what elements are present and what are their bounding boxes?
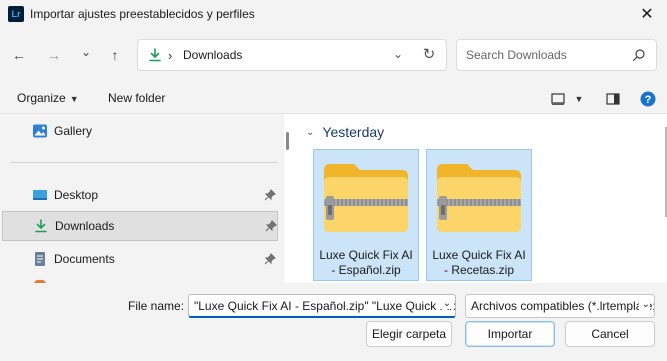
forward-button[interactable]: → (42, 44, 66, 66)
search-box[interactable] (456, 39, 657, 71)
address-bar[interactable]: › Downloads ⌄ ↻ (137, 39, 447, 71)
svg-text:?: ? (645, 94, 652, 106)
import-button[interactable]: Importar (465, 321, 555, 347)
up-arrow-icon: ↑ (111, 47, 119, 63)
forward-arrow-icon: → (47, 47, 61, 63)
search-icon[interactable] (632, 48, 646, 62)
back-button[interactable]: ← (7, 44, 31, 66)
address-history-dropdown[interactable]: ⌄ (390, 47, 406, 61)
file-name-field[interactable]: "Luxe Quick Fix AI - Español.zip" "Luxe … (188, 294, 456, 318)
file-name-dropdown[interactable]: ⌄ (440, 298, 454, 309)
sidebar-item-label: Downloads (55, 219, 115, 233)
search-input[interactable] (466, 46, 626, 64)
help-button[interactable]: ? (639, 90, 657, 108)
command-bar: Organize ▼ New folder ▼ ? (0, 85, 667, 113)
sidebar-divider (10, 162, 278, 163)
cancel-button[interactable]: Cancel (565, 321, 655, 347)
organize-menu[interactable]: Organize ▼ (17, 91, 79, 105)
recent-locations-button[interactable]: ⌄ (74, 41, 98, 63)
gallery-icon (33, 124, 47, 138)
organize-label: Organize (17, 91, 66, 105)
choose-folder-button[interactable]: Elegir carpeta (366, 321, 452, 347)
file-type-select[interactable]: Archivos compatibles (*.lrtemplate;*.xmp… (465, 294, 655, 318)
file-item[interactable]: Luxe Quick Fix AI - Recetas.zip (426, 149, 532, 281)
file-name-label: Luxe Quick Fix AI - Español.zip (319, 248, 413, 277)
up-button[interactable]: ↑ (103, 44, 127, 66)
sidebar-item-label: Documents (54, 252, 115, 266)
file-list: ⌄ Yesterday Luxe Quick Fix AI - Español.… (296, 114, 656, 284)
main-content: Gallery Desktop Downloads Documents ⌄ Ye… (0, 113, 667, 284)
sidebar-item-gallery[interactable]: Gallery (2, 116, 278, 146)
file-name-label: File name: (128, 299, 185, 313)
file-item[interactable]: Luxe Quick Fix AI - Español.zip (313, 149, 419, 281)
zip-folder-icon (437, 164, 521, 232)
file-type-value: Archivos compatibles (*.lrtemplate;*.xmp… (471, 299, 654, 313)
refresh-icon[interactable]: ↻ (420, 45, 438, 63)
sidebar-item-downloads[interactable]: Downloads (2, 211, 278, 241)
sidebar-item-label: Desktop (54, 188, 99, 202)
breadcrumb-downloads[interactable]: Downloads (183, 48, 242, 62)
dialog-footer: File name: "Luxe Quick Fix AI - Español.… (0, 283, 667, 361)
chevron-down-icon: ⌄ (306, 126, 315, 138)
chevron-down-icon: ⌄ (80, 45, 92, 59)
pin-icon[interactable] (265, 220, 277, 232)
close-button[interactable]: ✕ (627, 0, 667, 28)
documents-icon (35, 252, 45, 266)
chevron-down-icon: ⌄ (638, 299, 650, 310)
file-name-label: Luxe Quick Fix AI - Recetas.zip (432, 248, 526, 277)
lightroom-app-icon: Lr (8, 6, 24, 22)
navigation-bar: ← → ⌄ ↑ › Downloads ⌄ ↻ (0, 32, 667, 78)
title-bar: Lr Importar ajustes preestablecidos y pe… (0, 0, 667, 28)
sidebar-item-documents[interactable]: Documents (2, 244, 278, 274)
breadcrumb-separator: › (168, 48, 173, 63)
sidebar-scrollbar[interactable] (286, 132, 289, 150)
view-options-button[interactable] (549, 90, 567, 108)
pin-icon[interactable] (264, 253, 276, 265)
new-folder-button[interactable]: New folder (108, 91, 165, 105)
navigation-pane: Gallery Desktop Downloads Documents (0, 114, 284, 284)
close-icon: ✕ (640, 6, 654, 23)
view-dropdown-button[interactable]: ▼ (570, 90, 588, 108)
back-arrow-icon: ← (12, 47, 26, 63)
caret-down-icon: ▼ (574, 94, 584, 104)
zip-folder-icon (324, 164, 408, 232)
desktop-icon (33, 190, 47, 200)
group-label: Yesterday (322, 124, 385, 140)
download-icon (149, 48, 161, 62)
window-title: Importar ajustes preestablecidos y perfi… (30, 7, 255, 21)
group-header-yesterday[interactable]: ⌄ Yesterday (306, 124, 384, 140)
view-layout-icon (551, 93, 565, 105)
caret-down-icon: ▼ (69, 94, 79, 104)
help-icon: ? (640, 91, 656, 107)
sidebar-item-desktop[interactable]: Desktop (2, 180, 278, 210)
preview-pane-button[interactable] (604, 90, 622, 108)
download-icon (35, 219, 47, 233)
sidebar-item-label: Gallery (54, 124, 93, 138)
preview-pane-icon (606, 93, 620, 105)
pin-icon[interactable] (264, 189, 276, 201)
